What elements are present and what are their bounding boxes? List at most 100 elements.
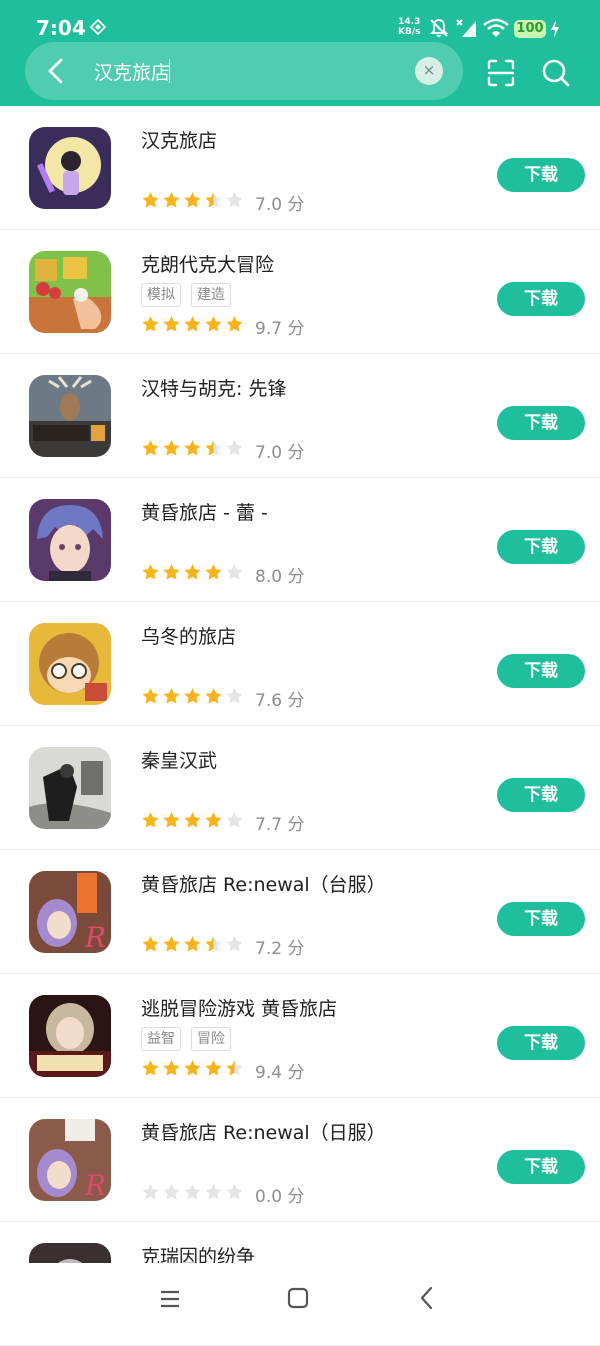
app-tags: 益智 冒险 <box>141 1027 231 1051</box>
star-icon <box>225 439 246 462</box>
star-icon <box>141 1183 162 1206</box>
star-icon <box>141 315 162 338</box>
home-icon[interactable] <box>285 1285 311 1311</box>
app-name: 黄昏旅店 Re:newal（日服） <box>141 1122 386 1144</box>
rating-score: 9.4 分 <box>255 1063 305 1083</box>
system-nav-bar <box>0 1263 600 1333</box>
app-list-item[interactable]: 汉克旅店 7.0 分 下载 <box>0 106 600 230</box>
download-button[interactable]: 下载 <box>497 406 585 440</box>
back-arrow-icon[interactable] <box>40 54 72 88</box>
rating-score: 7.0 分 <box>255 443 305 463</box>
star-icon <box>183 1183 204 1206</box>
app-tag: 冒险 <box>191 1027 231 1051</box>
star-icon <box>183 191 204 214</box>
rating-score: 0.0 分 <box>255 1187 305 1207</box>
star-icon <box>162 315 183 338</box>
app-list-item[interactable]: 汉特与胡克: 先锋 7.0 分 下载 <box>0 354 600 478</box>
star-icon <box>141 563 162 586</box>
star-icon <box>183 811 204 834</box>
download-button[interactable]: 下载 <box>497 530 585 564</box>
charging-bolt-icon <box>551 20 559 38</box>
app-list-item[interactable]: 黄昏旅店 - 蕾 - 8.0 分 下载 <box>0 478 600 602</box>
app-tag: 建造 <box>191 283 231 307</box>
rating-stars: 9.4 分 <box>141 1058 304 1083</box>
app-list-item[interactable]: R 黄昏旅店 Re:newal（日服） 0.0 分 下载 <box>0 1098 600 1222</box>
app-list-item[interactable]: 克朗代克大冒险 模拟 建造 9.7 分 下载 <box>0 230 600 354</box>
app-tags: 模拟 建造 <box>141 283 231 307</box>
star-icon <box>204 191 225 214</box>
network-speed: 14.3 KB/s <box>398 17 421 37</box>
back-icon[interactable] <box>414 1285 440 1311</box>
star-icon <box>225 1183 246 1206</box>
app-name: 黄昏旅店 - 蕾 - <box>141 502 268 524</box>
star-icon <box>141 935 162 958</box>
rating-score: 7.0 分 <box>255 195 305 215</box>
app-icon <box>29 375 111 457</box>
app-icon <box>29 127 111 209</box>
star-icon <box>204 563 225 586</box>
clear-search-button[interactable]: × <box>415 57 443 85</box>
menu-icon[interactable] <box>158 1287 182 1311</box>
download-button[interactable]: 下载 <box>497 902 585 936</box>
star-icon <box>183 315 204 338</box>
search-results-list: 汉克旅店 7.0 分 下载 克朗代克大冒险 模拟 建造 9.7 分 下载 汉特与… <box>0 106 600 1346</box>
star-icon <box>204 687 225 710</box>
rating-score: 9.7 分 <box>255 319 305 339</box>
app-tag: 模拟 <box>141 283 181 307</box>
rating-score: 7.7 分 <box>255 815 305 835</box>
star-icon <box>141 439 162 462</box>
star-icon <box>162 811 183 834</box>
rating-stars: 7.0 分 <box>141 190 304 215</box>
app-icon <box>29 747 111 829</box>
app-name: 汉克旅店 <box>141 130 218 152</box>
star-icon <box>162 1183 183 1206</box>
star-icon <box>225 687 246 710</box>
star-icon <box>204 811 225 834</box>
bell-muted-icon <box>429 19 449 37</box>
star-icon <box>162 191 183 214</box>
svg-text:R: R <box>84 921 106 953</box>
status-time: 7:04 <box>36 16 86 40</box>
download-button[interactable]: 下载 <box>497 282 585 316</box>
star-icon <box>183 687 204 710</box>
notification-diamond-icon <box>90 19 106 35</box>
star-icon <box>183 1059 204 1082</box>
download-button[interactable]: 下载 <box>497 778 585 812</box>
rating-stars: 7.0 分 <box>141 438 304 463</box>
app-icon <box>29 995 111 1077</box>
rating-stars: 8.0 分 <box>141 562 304 587</box>
star-icon <box>225 563 246 586</box>
star-icon <box>225 935 246 958</box>
download-button[interactable]: 下载 <box>497 158 585 192</box>
download-button[interactable]: 下载 <box>497 654 585 688</box>
svg-text:R: R <box>84 1169 106 1201</box>
download-button[interactable]: 下载 <box>497 1026 585 1060</box>
search-input[interactable]: 汉克旅店 <box>94 58 170 85</box>
search-bar[interactable] <box>25 42 463 100</box>
app-icon <box>29 499 111 581</box>
star-icon <box>141 687 162 710</box>
wifi-icon <box>483 18 509 37</box>
rating-stars: 0.0 分 <box>141 1182 304 1207</box>
app-name: 秦皇汉武 <box>141 750 218 772</box>
app-list-item[interactable]: 逃脱冒险游戏 黄昏旅店 益智 冒险 9.4 分 下载 <box>0 974 600 1098</box>
app-header: 7:04 14.3 KB/s 100 汉克旅店 × <box>0 0 600 106</box>
text-cursor <box>169 59 170 83</box>
app-list-item[interactable]: 秦皇汉武 7.7 分 下载 <box>0 726 600 850</box>
download-button[interactable]: 下载 <box>497 1150 585 1184</box>
app-name: 克朗代克大冒险 <box>141 254 275 276</box>
app-list-item[interactable]: 乌冬的旅店 7.6 分 下载 <box>0 602 600 726</box>
star-icon <box>162 563 183 586</box>
scan-icon[interactable] <box>486 58 516 88</box>
star-icon <box>141 191 162 214</box>
star-icon <box>204 315 225 338</box>
rating-stars: 9.7 分 <box>141 314 304 339</box>
signal-off-icon <box>456 19 476 37</box>
star-icon <box>204 439 225 462</box>
search-icon[interactable] <box>541 58 571 88</box>
app-name: 逃脱冒险游戏 黄昏旅店 <box>141 998 338 1020</box>
app-list-item[interactable]: R 黄昏旅店 Re:newal（台服） 7.2 分 下载 <box>0 850 600 974</box>
rating-stars: 7.6 分 <box>141 686 304 711</box>
rating-score: 7.2 分 <box>255 939 305 959</box>
star-icon <box>162 935 183 958</box>
